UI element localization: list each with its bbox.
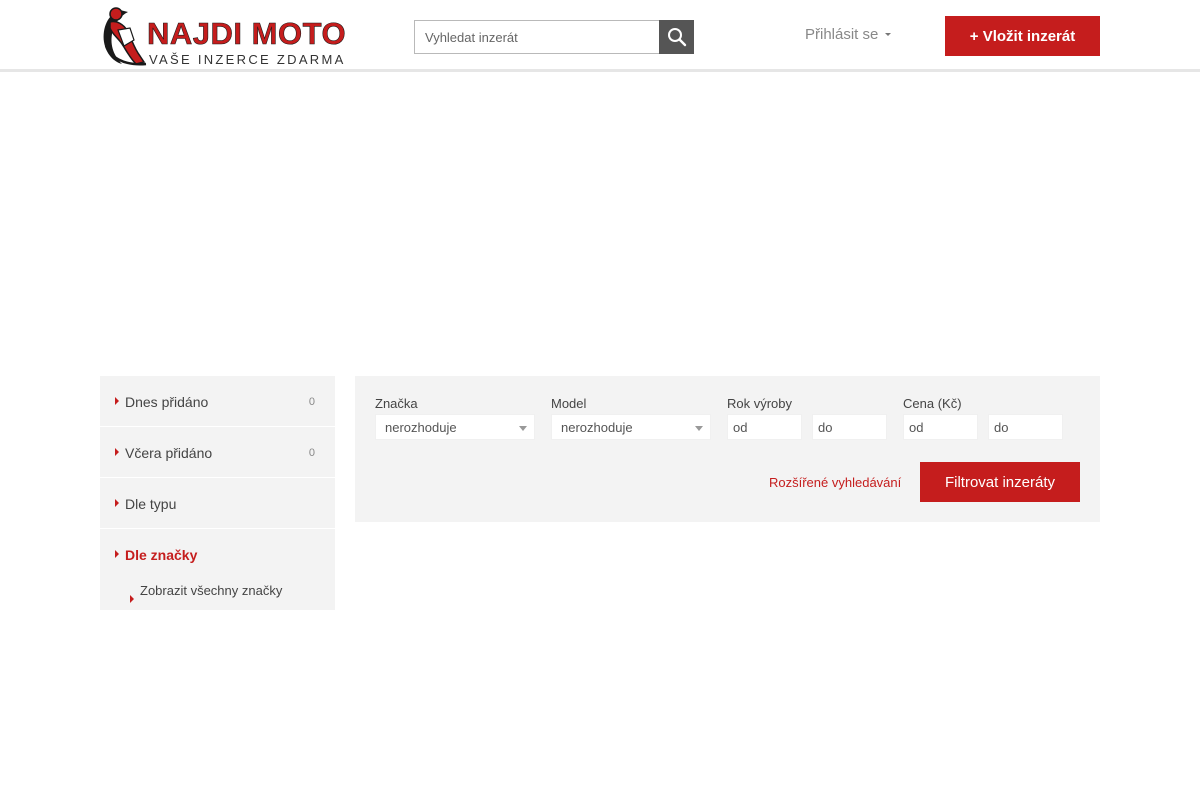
search-button[interactable] (659, 20, 694, 54)
search-input[interactable] (414, 20, 660, 54)
sidebar-item-yesterday[interactable]: Včera přidáno 0 (100, 427, 335, 478)
price-from-input[interactable] (903, 414, 978, 440)
sidebar-item-by-type[interactable]: Dle typu (100, 478, 335, 529)
caret-down-icon (885, 33, 892, 36)
year-to-input[interactable] (812, 414, 887, 440)
advanced-search-link[interactable]: Rozšířené vyhledávání (769, 475, 901, 490)
caret-right-icon (115, 550, 119, 558)
brand-label: Značka (375, 396, 418, 411)
model-label: Model (551, 396, 587, 411)
brand-select[interactable]: nerozhoduje (375, 414, 535, 440)
login-label: Přihlásit se (805, 26, 879, 43)
add-listing-button[interactable]: + Vložit inzerát (945, 16, 1100, 56)
price-label: Cena (Kč) (903, 396, 962, 411)
sidebar-item-count: 0 (308, 447, 315, 459)
sidebar-item-label: Dle značky (125, 547, 198, 563)
login-dropdown[interactable]: Přihlásit se (805, 26, 892, 43)
caret-right-icon (115, 499, 119, 507)
motorcycle-rider-logo-icon (103, 7, 147, 66)
sidebar-item-label: Včera přidáno (125, 445, 213, 461)
logo-title: NAJDI MOTO (147, 16, 347, 51)
search-icon (667, 28, 686, 47)
sidebar-item-label: Dle typu (125, 496, 177, 512)
chevron-down-icon (695, 426, 703, 431)
sidebar-menu: Dnes přidáno 0 Včera přidáno 0 Dle typu … (100, 376, 335, 611)
site-header: NAJDI MOTO VAŠE INZERCE ZDARMA Přihlásit… (0, 0, 1200, 72)
year-from-input[interactable] (727, 414, 802, 440)
sidebar-item-label: Dnes přidáno (125, 394, 209, 410)
model-select-value: nerozhoduje (561, 420, 633, 435)
sidebar-item-count: 0 (308, 396, 315, 408)
chevron-down-icon (519, 426, 527, 431)
sidebar-item-today[interactable]: Dnes přidáno 0 (100, 376, 335, 427)
sidebar-item-by-brand[interactable]: Dle značky Zobrazit všechny značky (100, 529, 335, 611)
price-to-input[interactable] (988, 414, 1063, 440)
sidebar-subitem-label: Zobrazit všechny značky (140, 583, 283, 598)
year-label: Rok výroby (727, 396, 793, 411)
caret-right-icon (115, 448, 119, 456)
logo-subtitle: VAŠE INZERCE ZDARMA (149, 52, 346, 67)
brand-select-value: nerozhoduje (385, 420, 457, 435)
model-select[interactable]: nerozhoduje (551, 414, 711, 440)
site-logo[interactable]: NAJDI MOTO VAŠE INZERCE ZDARMA (100, 6, 365, 68)
filter-panel: Značka nerozhoduje Model nerozhoduje Rok… (355, 376, 1100, 522)
caret-right-icon (130, 595, 134, 603)
filter-submit-button[interactable]: Filtrovat inzeráty (920, 462, 1080, 502)
caret-right-icon (115, 397, 119, 405)
